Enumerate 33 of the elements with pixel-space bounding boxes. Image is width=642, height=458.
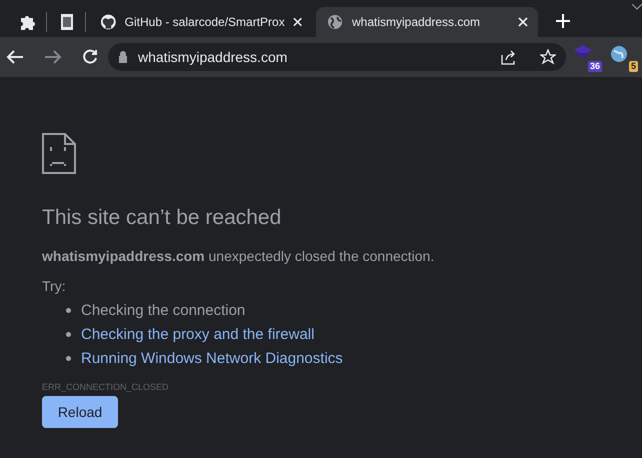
address-bar[interactable]: whatismyipaddress.com (108, 43, 566, 71)
browser-tab[interactable]: GitHub - salarcode/SmartProx (90, 7, 312, 37)
chevron-down-icon[interactable] (632, 4, 642, 10)
reload-icon[interactable] (82, 49, 98, 65)
bullet-icon (66, 356, 71, 360)
forward-icon[interactable] (44, 49, 62, 65)
globe-icon (610, 45, 628, 63)
error-code: ERR_CONNECTION_CLOSED (42, 382, 170, 392)
browser-tab[interactable]: whatismyipaddress.com (316, 7, 538, 37)
plus-icon[interactable] (556, 14, 570, 28)
bullet-icon (66, 308, 71, 312)
lock-icon (118, 51, 128, 63)
graduation-cap-icon (574, 45, 592, 59)
suggestion-link[interactable]: Checking the proxy and the firewall (81, 326, 314, 342)
suggestion-link[interactable]: Running Windows Network Diagnostics (81, 350, 343, 366)
extension-badge: 36 (588, 61, 602, 72)
suggestion-text: Checking the connection (81, 302, 246, 318)
sad-page-icon (42, 133, 76, 174)
close-icon[interactable] (292, 17, 302, 27)
back-icon[interactable] (6, 49, 24, 65)
error-title: This site can’t be reached (42, 206, 282, 230)
globe-icon (326, 13, 344, 31)
bullet-icon (66, 332, 71, 336)
share-icon[interactable] (500, 49, 516, 65)
try-label: Try: (42, 277, 67, 295)
close-icon[interactable] (518, 17, 528, 27)
error-message: whatismyipaddress.com unexpectedly closed the connection. (42, 247, 436, 265)
reload-button[interactable]: Reload (42, 396, 118, 428)
extension-badge: 5 (628, 61, 638, 72)
star-icon[interactable] (540, 49, 556, 65)
extension-button[interactable]: 36 (574, 42, 602, 72)
url-text: whatismyipaddress.com (138, 49, 288, 65)
extension-button[interactable]: 5 (610, 42, 638, 72)
